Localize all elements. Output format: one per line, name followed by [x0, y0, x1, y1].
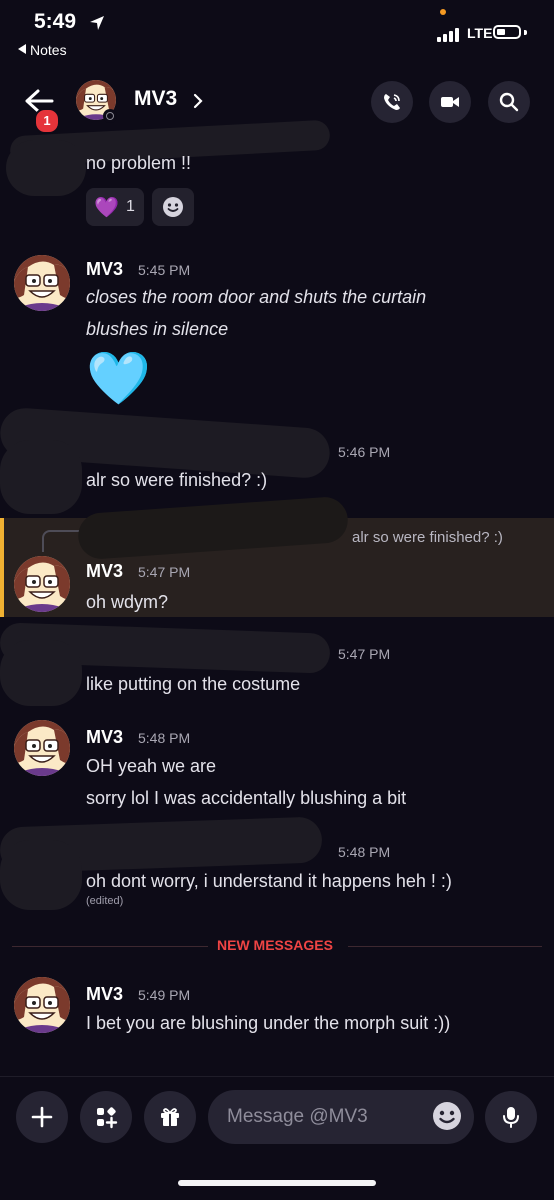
redacted-avatar-scribble [0, 440, 82, 514]
status-time: 5:49 [34, 10, 77, 33]
message-timestamp: 5:47 PM [138, 564, 191, 580]
message-author[interactable]: MV3 [86, 259, 123, 280]
edited-label: (edited) [86, 895, 124, 907]
emoji-picker-icon[interactable] [431, 1100, 463, 1132]
back-app-label: Notes [30, 42, 67, 58]
search-button[interactable] [488, 81, 530, 123]
voice-message-button[interactable] [485, 1091, 537, 1143]
microphone-icon [503, 1107, 519, 1128]
message-line: closes the room door and shuts the curta… [86, 287, 427, 307]
message-timestamp: 5:49 PM [138, 987, 191, 1003]
avatar[interactable] [14, 255, 70, 311]
smile-icon [163, 197, 183, 217]
message-timestamp: 5:48 PM [138, 730, 191, 746]
divider-line [12, 946, 208, 947]
gift-icon [161, 1108, 179, 1126]
message-author[interactable]: MV3 [86, 727, 123, 748]
message-input-placeholder: Message @MV3 [227, 1106, 368, 1127]
video-camera-icon [441, 97, 459, 107]
message-timestamp: 5:46 PM [338, 444, 391, 460]
message-timestamp: 5:48 PM [338, 844, 391, 860]
gift-button[interactable] [144, 1091, 196, 1143]
message-timestamp: 5:47 PM [338, 646, 391, 662]
voice-call-button[interactable] [371, 81, 413, 123]
divider-line [348, 946, 542, 947]
add-reaction-button[interactable] [152, 188, 194, 226]
back-to-app-link[interactable]: Notes [18, 42, 67, 58]
new-messages-label: NEW MESSAGES [217, 937, 333, 953]
reaction-heart[interactable]: 💜 1 [86, 188, 144, 226]
message-line: sorry lol I was accidentally blushing a … [86, 788, 407, 808]
light-blue-heart-emoji: 🩵 [86, 350, 151, 408]
location-arrow-icon [90, 16, 104, 30]
message-line: blushes in silence [86, 319, 229, 339]
video-call-button[interactable] [429, 81, 471, 123]
reply-connector [42, 530, 80, 552]
phone-icon [384, 94, 400, 110]
message-text: like putting on the costume [86, 674, 301, 694]
message-timestamp: 5:45 PM [138, 262, 191, 278]
apps-button[interactable] [80, 1091, 132, 1143]
redacted-avatar-scribble [0, 640, 82, 706]
message-line: OH yeah we are [86, 756, 217, 776]
reply-preview[interactable]: alr so were finished? :) [352, 529, 503, 546]
redacted-avatar-scribble [6, 140, 86, 196]
apps-icon [97, 1107, 118, 1129]
message-text: oh wdym? [86, 592, 169, 612]
avatar[interactable] [14, 977, 70, 1033]
avatar[interactable] [14, 720, 70, 776]
message-author[interactable]: MV3 [86, 561, 123, 582]
redacted-avatar-scribble [0, 840, 82, 910]
privacy-indicator-dot [440, 9, 446, 15]
chevron-right-icon[interactable] [192, 92, 204, 110]
message-author[interactable]: MV3 [86, 984, 123, 1005]
purple-heart-emoji: 💜 [94, 197, 119, 219]
avatar[interactable] [14, 556, 70, 612]
message-text: alr so were finished? :) [86, 470, 268, 490]
mention-highlight-bar [0, 518, 4, 617]
signal-strength-icon [437, 26, 465, 42]
network-type: LTE [467, 25, 493, 41]
search-icon [499, 92, 519, 112]
plus-icon [31, 1106, 53, 1128]
offline-status-icon [103, 109, 117, 123]
unread-badge: 1 [34, 108, 60, 134]
message-text: no problem !! [86, 153, 192, 173]
add-attachment-button[interactable] [16, 1091, 68, 1143]
battery-icon [493, 25, 521, 39]
home-indicator[interactable] [178, 1180, 376, 1186]
message-text: oh dont worry, i understand it happens h… [86, 871, 452, 891]
composer-divider [0, 1076, 554, 1077]
channel-title[interactable]: MV3 [134, 87, 177, 111]
reaction-count: 1 [126, 198, 135, 215]
back-triangle-icon [18, 44, 26, 54]
message-text: I bet you are blushing under the morph s… [86, 1013, 451, 1033]
